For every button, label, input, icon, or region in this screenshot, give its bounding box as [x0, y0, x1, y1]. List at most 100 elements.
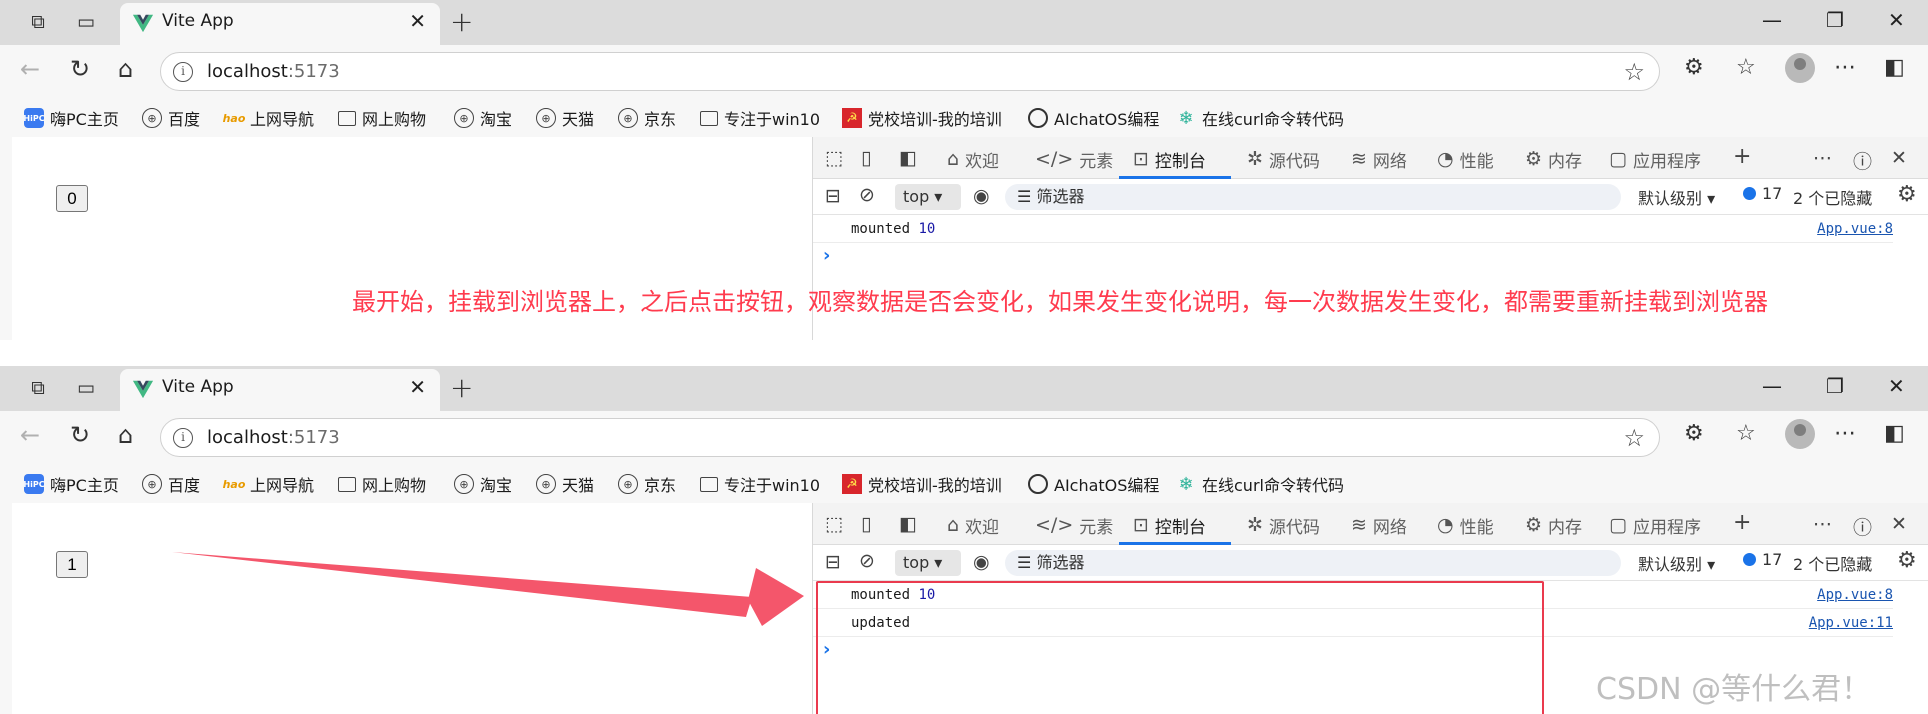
bookmark-item[interactable]: HiPC 嗨PC主页	[23, 106, 119, 130]
address-bar[interactable]: i localhost:5173 ☆	[160, 418, 1660, 457]
inspect-icon[interactable]: ⬚	[825, 513, 843, 535]
home-icon[interactable]: ⌂	[118, 421, 133, 449]
tab-memory[interactable]: ⚙ 内存	[1525, 146, 1582, 172]
restore-icon[interactable]: ❐	[1826, 8, 1844, 32]
context-select[interactable]: top ▾	[895, 550, 961, 576]
home-icon[interactable]: ⌂	[118, 55, 133, 83]
bookmark-item[interactable]: ⊕ 京东	[618, 472, 676, 496]
new-tab-button[interactable]: +	[450, 371, 473, 404]
refresh-icon[interactable]: ↻	[70, 55, 90, 83]
tab-sources[interactable]: ✲ 源代码	[1247, 146, 1320, 172]
tab-application[interactable]: ▢ 应用程序	[1609, 146, 1701, 172]
profile-avatar[interactable]	[1785, 419, 1815, 449]
context-select[interactable]: top ▾	[895, 184, 961, 210]
new-tab-button[interactable]: +	[450, 5, 473, 38]
console-filter-input[interactable]: ☰ 筛选器	[1005, 550, 1621, 576]
tab-network[interactable]: ≋ 网络	[1351, 512, 1407, 538]
favorites-icon[interactable]: ☆	[1736, 421, 1756, 446]
bookmark-item[interactable]: AIchatOS编程	[1028, 106, 1159, 130]
message-count[interactable]: 17	[1743, 550, 1782, 569]
clear-console-icon[interactable]: ⊘	[859, 550, 875, 572]
more-options-icon[interactable]: ⋯	[1813, 147, 1832, 169]
bookmark-item[interactable]: hao 上网导航	[223, 472, 314, 496]
bookmark-folder[interactable]: 专注于win10	[700, 106, 820, 130]
bookmark-item[interactable]: ⊕ 百度	[142, 472, 200, 496]
sidebar-toggle-icon[interactable]: ◧	[1884, 55, 1905, 80]
tab-welcome[interactable]: ⌂ 欢迎	[947, 512, 999, 538]
bookmark-item[interactable]: ⊕ 淘宝	[454, 106, 512, 130]
bookmark-item[interactable]: ⊕ 淘宝	[454, 472, 512, 496]
device-emulation-icon[interactable]: ▯	[861, 513, 871, 535]
favorite-star-icon[interactable]: ☆	[1623, 58, 1645, 86]
more-options-icon[interactable]: ⋯	[1813, 513, 1832, 535]
counter-button[interactable]: 1	[56, 551, 88, 578]
console-filter-input[interactable]: ☰ 筛选器	[1005, 184, 1621, 210]
close-window-icon[interactable]: ✕	[1888, 374, 1905, 398]
bookmark-folder[interactable]: 网上购物	[338, 106, 426, 130]
site-info-icon[interactable]: i	[173, 428, 193, 448]
tab-network[interactable]: ≋ 网络	[1351, 146, 1407, 172]
back-icon[interactable]: ←	[20, 421, 40, 449]
bookmark-item[interactable]: HiPC 嗨PC主页	[23, 472, 119, 496]
browser-tab[interactable]: Vite App ✕	[120, 3, 440, 45]
refresh-icon[interactable]: ↻	[70, 421, 90, 449]
sidebar-icon[interactable]: ⊟	[825, 185, 841, 207]
minimize-icon[interactable]: —	[1762, 374, 1782, 398]
tab-sources[interactable]: ✲ 源代码	[1247, 512, 1320, 538]
help-icon[interactable]: ⓘ	[1853, 513, 1872, 540]
bookmark-folder[interactable]: 网上购物	[338, 472, 426, 496]
live-expression-icon[interactable]: ◉	[973, 185, 990, 207]
tab-actions-icon[interactable]: ▭	[74, 376, 98, 400]
bookmark-item[interactable]: ☭ 党校培训-我的培训	[842, 472, 1002, 496]
dock-icon[interactable]: ◧	[899, 513, 917, 535]
bookmark-folder[interactable]: 专注于win10	[700, 472, 820, 496]
tab-console[interactable]: ⊡ 控制台	[1133, 512, 1206, 538]
bookmark-item[interactable]: ❄ 在线curl命令转代码	[1176, 106, 1344, 130]
favorites-icon[interactable]: ☆	[1736, 55, 1756, 80]
close-devtools-icon[interactable]: ✕	[1891, 147, 1907, 169]
bookmark-item[interactable]: ☭ 党校培训-我的培训	[842, 106, 1002, 130]
more-menu-icon[interactable]: ⋯	[1834, 421, 1856, 446]
message-count[interactable]: 17	[1743, 184, 1782, 203]
bookmark-item[interactable]: ⊕ 京东	[618, 106, 676, 130]
profile-avatar[interactable]	[1785, 53, 1815, 83]
more-tools-icon[interactable]: +	[1733, 510, 1751, 535]
close-tab-icon[interactable]: ✕	[409, 9, 426, 33]
tab-elements[interactable]: </> 元素	[1035, 146, 1113, 172]
minimize-icon[interactable]: —	[1762, 8, 1782, 32]
console-settings-icon[interactable]: ⚙	[1897, 182, 1917, 207]
log-levels-dropdown[interactable]: 默认级别 ▾	[1638, 551, 1715, 575]
close-window-icon[interactable]: ✕	[1888, 8, 1905, 32]
restore-icon[interactable]: ❐	[1826, 374, 1844, 398]
bookmark-item[interactable]: hao 上网导航	[223, 106, 314, 130]
close-tab-icon[interactable]: ✕	[409, 375, 426, 399]
bookmark-item[interactable]: ❄ 在线curl命令转代码	[1176, 472, 1344, 496]
workspaces-icon[interactable]: ⧉	[26, 10, 50, 34]
console-settings-icon[interactable]: ⚙	[1897, 548, 1917, 573]
dock-icon[interactable]: ◧	[899, 147, 917, 169]
log-source-link[interactable]: App.vue:8	[1817, 587, 1893, 603]
bookmark-item[interactable]: ⊕ 天猫	[536, 472, 594, 496]
tab-application[interactable]: ▢ 应用程序	[1609, 512, 1701, 538]
help-icon[interactable]: ⓘ	[1853, 147, 1872, 174]
log-levels-dropdown[interactable]: 默认级别 ▾	[1638, 185, 1715, 209]
tab-actions-icon[interactable]: ▭	[74, 10, 98, 34]
log-source-link[interactable]: App.vue:8	[1817, 221, 1893, 237]
tab-memory[interactable]: ⚙ 内存	[1525, 512, 1582, 538]
sidebar-toggle-icon[interactable]: ◧	[1884, 421, 1905, 446]
counter-button[interactable]: 0	[56, 185, 88, 212]
tab-welcome[interactable]: ⌂ 欢迎	[947, 146, 999, 172]
console-prompt-icon[interactable]: ›	[823, 245, 830, 266]
favorite-star-icon[interactable]: ☆	[1623, 424, 1645, 452]
tab-performance[interactable]: ◔ 性能	[1437, 146, 1494, 172]
inspect-icon[interactable]: ⬚	[825, 147, 843, 169]
bookmark-item[interactable]: ⊕ 百度	[142, 106, 200, 130]
close-devtools-icon[interactable]: ✕	[1891, 513, 1907, 535]
tab-elements[interactable]: </> 元素	[1035, 512, 1113, 538]
site-info-icon[interactable]: i	[173, 62, 193, 82]
browser-tab[interactable]: Vite App ✕	[120, 369, 440, 411]
workspaces-icon[interactable]: ⧉	[26, 376, 50, 400]
extensions-icon[interactable]: ⚙	[1684, 421, 1704, 446]
device-emulation-icon[interactable]: ▯	[861, 147, 871, 169]
address-bar[interactable]: i localhost:5173 ☆	[160, 52, 1660, 91]
